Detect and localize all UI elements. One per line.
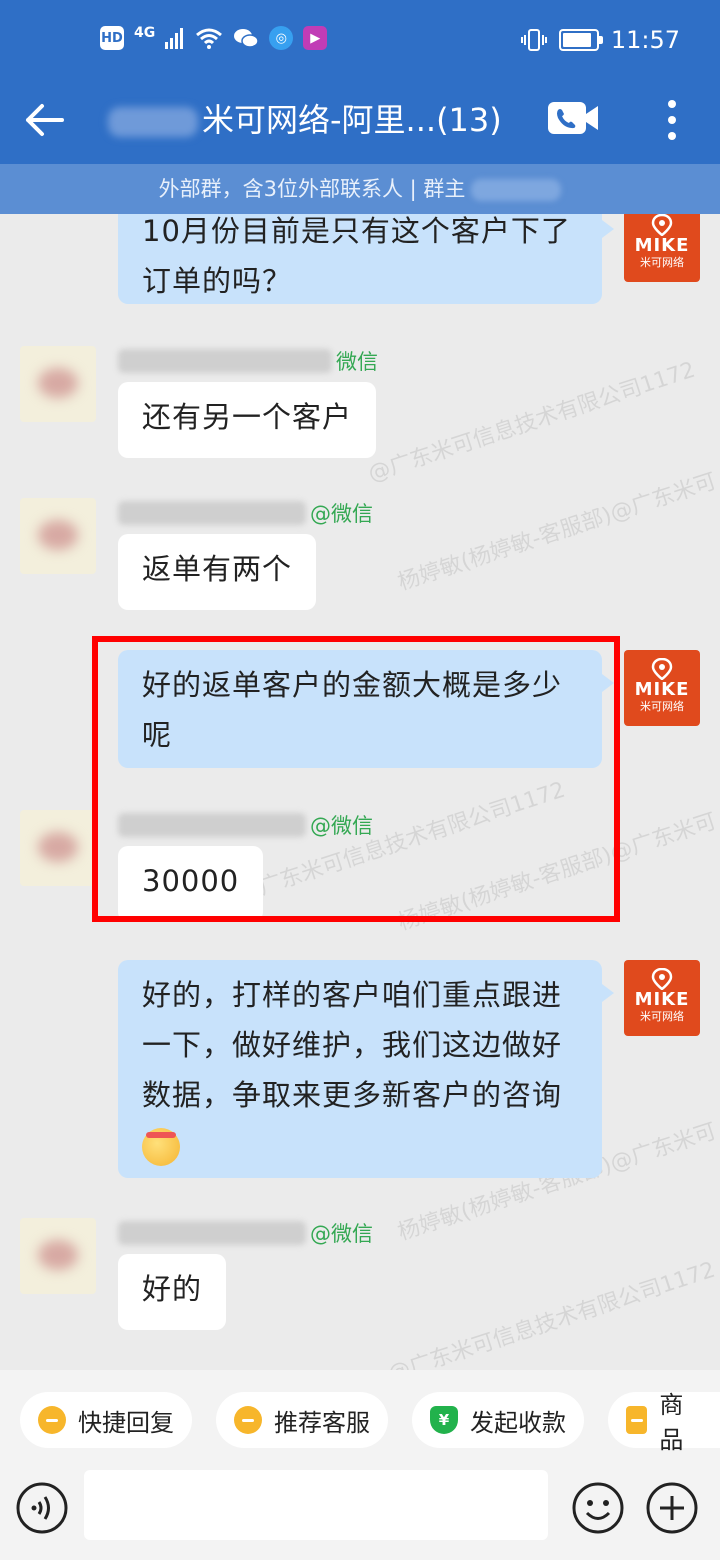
network-type: 4G: [134, 25, 156, 41]
redacted-name: [108, 107, 198, 137]
brand-logo-text: MIKE: [634, 989, 690, 1010]
message-bubble-sent[interactable]: 好的，打样的客户咱们重点跟进一下，做好维护，我们这边做好数据，争取来更多新客户的…: [118, 960, 614, 1178]
message-text: 还有另一个客户: [142, 400, 353, 434]
chat-title-text: 米可网络-阿里...(13): [202, 101, 502, 139]
redacted-sender: [118, 1221, 306, 1245]
message-text: 返单有两个: [142, 552, 293, 586]
message-bubble-received[interactable]: 返单有两个: [118, 534, 317, 610]
sender-name: 微信: [118, 346, 378, 376]
app-icon: ▶: [303, 26, 328, 50]
status-bar: HD 4G ◎ ▶ 11:57: [0, 0, 720, 82]
contact-avatar[interactable]: [20, 810, 96, 886]
recommend-service-button[interactable]: 推荐客服: [216, 1392, 388, 1448]
my-avatar[interactable]: MIKE 米可网络: [624, 650, 700, 726]
wechat-tag: @微信: [310, 1222, 373, 1246]
add-attachment-icon[interactable]: [644, 1480, 700, 1536]
wechat-tag: 微信: [336, 350, 378, 374]
signal-icon: [165, 28, 184, 49]
brand-logo-sub: 米可网络: [640, 1010, 684, 1023]
message-input[interactable]: [84, 1470, 548, 1540]
message-bubble-received[interactable]: 好的: [118, 1254, 227, 1330]
product-button[interactable]: 商品: [608, 1391, 720, 1454]
thinking-emoji-icon: [142, 1128, 180, 1166]
browser-icon: ◎: [269, 26, 294, 50]
chat-header: 米可网络-阿里...(13): [0, 82, 720, 164]
redacted-sender: [118, 349, 332, 373]
chip-label: 推荐客服: [274, 1408, 370, 1437]
quick-reply-icon: [38, 1406, 66, 1434]
sender-name: @微信: [118, 498, 373, 528]
message-text: 好的，打样的客户咱们重点跟进一下，做好维护，我们这边做好数据，争取来更多新客户的…: [142, 978, 563, 1112]
message-text: 10月份目前是只有这个客户下了订单的吗？: [142, 214, 571, 298]
contact-avatar[interactable]: [20, 346, 96, 422]
location-pin-icon: [651, 968, 673, 990]
hd-icon: HD: [100, 26, 124, 50]
redacted-owner: [471, 179, 562, 201]
my-avatar[interactable]: MIKE 米可网络: [624, 960, 700, 1036]
group-info-bar[interactable]: 外部群，含3位外部联系人 | 群主: [0, 164, 720, 214]
chat-area[interactable]: @广东米可信息技术有限公司1172 杨婷敏(杨婷敏-客服部)@广东米可 @广东米…: [0, 214, 720, 1370]
vibrate-icon: [520, 29, 547, 51]
wifi-icon: [196, 28, 223, 49]
chip-label: 商品: [659, 1391, 684, 1454]
my-avatar[interactable]: MIKE 米可网络: [624, 214, 700, 282]
location-pin-icon: [651, 658, 673, 680]
battery-icon: [558, 29, 603, 51]
contact-avatar[interactable]: [20, 498, 96, 574]
emoji-picker-icon[interactable]: [570, 1480, 626, 1536]
back-arrow-icon[interactable]: [22, 98, 66, 142]
voice-video-call-icon[interactable]: [548, 100, 600, 136]
brand-logo-text: MIKE: [634, 679, 690, 700]
message-bubble-sent[interactable]: 10月份目前是只有这个客户下了订单的吗？: [118, 214, 614, 304]
watermark: @广东米可信息技术有限公司1172: [365, 357, 699, 488]
chip-label: 快捷回复: [78, 1408, 174, 1437]
voice-input-icon[interactable]: [14, 1480, 70, 1536]
chip-label: 发起收款: [470, 1408, 566, 1437]
sender-name: @微信: [118, 1218, 373, 1248]
group-info-text: 外部群，含3位外部联系人 | 群主: [158, 177, 466, 201]
red-highlight-box: [92, 636, 620, 922]
chat-title: 米可网络-阿里...(13): [108, 98, 502, 142]
location-pin-icon: [651, 214, 673, 236]
message-text: 好的: [142, 1272, 203, 1306]
payment-icon: ¥: [430, 1406, 458, 1434]
message-bubble-received[interactable]: 还有另一个客户: [118, 382, 377, 458]
quick-actions-bar: 快捷回复 推荐客服 ¥ 发起收款 商品: [0, 1370, 720, 1470]
brand-logo-sub: 米可网络: [640, 700, 684, 713]
payment-button[interactable]: ¥ 发起收款: [412, 1392, 584, 1448]
recommend-service-icon: [234, 1406, 262, 1434]
brand-logo-sub: 米可网络: [640, 256, 684, 269]
input-bar: [0, 1470, 720, 1560]
wechat-icon: [234, 29, 259, 48]
clock: 11:57: [610, 26, 680, 54]
redacted-sender: [118, 501, 306, 525]
wechat-tag: @微信: [310, 502, 373, 526]
watermark: 杨婷敏(杨婷敏-客服部)@广东米可: [395, 469, 720, 596]
product-icon: [626, 1406, 648, 1434]
contact-avatar[interactable]: [20, 1218, 96, 1294]
more-options-icon[interactable]: [660, 96, 684, 144]
quick-reply-button[interactable]: 快捷回复: [20, 1392, 192, 1448]
brand-logo-text: MIKE: [634, 235, 690, 256]
watermark: @广东米可信息技术有限公司1172: [385, 1257, 719, 1370]
